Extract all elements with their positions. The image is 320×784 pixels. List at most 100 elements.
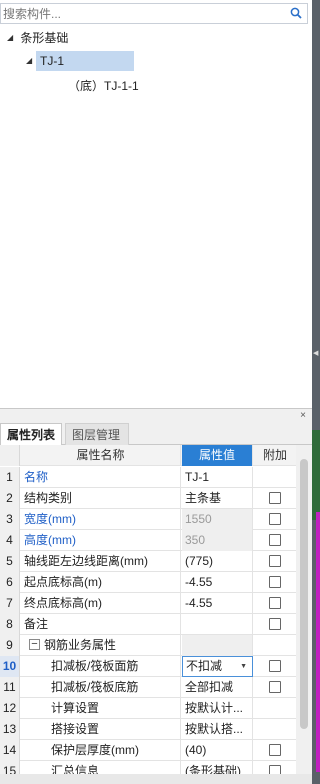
table-row[interactable]: 9− 钢筋业务属性 [0,635,296,656]
minus-box-icon[interactable]: − [29,639,40,651]
property-name: 计算设置 [21,698,181,719]
property-name-text: 宽度(mm) [24,512,76,526]
extra-checkbox[interactable] [269,533,281,546]
table-row[interactable]: 5 轴线距左边线距离(mm) (775) [0,551,296,572]
scrollbar-thumb[interactable] [300,459,308,729]
property-name: 扣减板/筏板面筋 [21,656,181,677]
property-value[interactable] [182,614,253,635]
row-number: 11 [0,677,20,698]
tree-node-label: 条形基础 [20,31,69,45]
property-name: 结构类别 [21,488,181,509]
tree-node-tj1[interactable]: ◢ TJ-1 [26,51,134,71]
row-number: 1 [0,467,20,488]
property-value[interactable]: 主条基 [182,488,253,509]
extra-checkbox[interactable] [269,575,281,588]
table-row[interactable]: 2 结构类别 主条基 [0,488,296,509]
tree-node-label-selected: TJ-1 [36,51,134,71]
header-corner [0,445,20,466]
row-number: 2 [0,488,20,509]
extra-cell [254,740,296,761]
property-name: 名称 [21,467,181,488]
row-number: 9 [0,635,20,656]
vertical-scrollbar[interactable] [296,445,312,784]
property-name-text: 轴线距左边线距离(mm) [24,554,148,568]
extra-cell [254,635,296,656]
extra-checkbox[interactable] [269,596,281,609]
property-name-text: 扣减板/筏板底筋 [51,680,139,694]
extra-cell [254,488,296,509]
table-row[interactable]: 4 高度(mm) 350 [0,530,296,551]
triangle-expanded-icon[interactable]: ◢ [26,51,36,71]
table-row[interactable]: 8 备注 [0,614,296,635]
property-name: 搭接设置 [21,719,181,740]
select-value: 不扣减 [186,659,223,673]
search-icon[interactable] [290,7,302,19]
header-value: 属性值 [182,445,253,466]
extra-checkbox[interactable] [269,512,281,525]
property-value[interactable]: 按默认计... [182,698,253,719]
extra-checkbox[interactable] [269,554,281,567]
property-name-text: 终点底标高(m) [24,596,102,610]
row-number: 7 [0,593,20,614]
extra-cell [254,677,296,698]
property-value[interactable]: -4.55 [182,593,253,614]
property-value[interactable]: (775) [182,551,253,572]
table-row[interactable]: 3 宽度(mm) 1550 [0,509,296,530]
property-value[interactable]: TJ-1 [182,467,253,488]
chevron-down-icon[interactable]: ▼ [240,657,247,676]
property-name: 终点底标高(m) [21,593,181,614]
extra-checkbox[interactable] [269,659,281,672]
close-icon[interactable]: × [300,410,306,421]
grid-header-row: 属性名称 属性值 附加 [0,445,296,466]
property-name-text: 名称 [24,470,49,484]
tree-node-strip-foundation[interactable]: ◢ 条形基础 [7,28,68,48]
table-row[interactable]: 6 起点底标高(m) -4.55 [0,572,296,593]
extra-checkbox[interactable] [269,491,281,504]
property-name-text: 结构类别 [24,491,73,505]
extra-cell [254,530,296,551]
extra-cell [254,698,296,719]
search-input[interactable] [1,4,281,23]
table-row[interactable]: 12 计算设置 按默认计... [0,698,296,719]
tab-layer-management[interactable]: 图层管理 [65,423,129,445]
component-tree-panel: ◢ 条形基础 ◢TJ-1 （底）TJ-1-1 [0,0,312,408]
table-row[interactable]: 13 搭接设置 按默认搭... [0,719,296,740]
extra-cell [254,719,296,740]
extra-cell [254,614,296,635]
extra-cell [254,509,296,530]
extra-cell [254,593,296,614]
tree-node-tj1-1[interactable]: （底）TJ-1-1 [68,76,139,96]
extra-checkbox[interactable] [269,743,281,756]
property-name: 起点底标高(m) [21,572,181,593]
extra-checkbox[interactable] [269,617,281,630]
extra-checkbox[interactable] [269,680,281,693]
property-name: 宽度(mm) [21,509,181,530]
table-row[interactable]: 1 名称 TJ-1 [0,467,296,488]
panel-tabs: 属性列表 图层管理 [0,423,312,445]
extra-cell [254,572,296,593]
row-number: 14 [0,740,20,761]
extra-cell [254,656,296,677]
property-value [182,635,253,656]
row-number: 13 [0,719,20,740]
search-bar [0,3,308,24]
property-value[interactable]: -4.55 [182,572,253,593]
row-number: 8 [0,614,20,635]
header-extra: 附加 [262,448,287,462]
property-value-select[interactable]: 不扣减 ▼ [182,656,253,677]
triangle-expanded-icon[interactable]: ◢ [7,28,17,48]
tab-property-list[interactable]: 属性列表 [0,423,62,445]
property-name: 扣减板/筏板底筋 [21,677,181,698]
property-value[interactable]: 全部扣减 [182,677,253,698]
extra-cell [254,467,296,488]
table-row[interactable]: 14 保护层厚度(mm) (40) [0,740,296,761]
property-value[interactable]: (40) [182,740,253,761]
property-value[interactable]: 按默认搭... [182,719,253,740]
horizontal-scrollbar[interactable] [0,774,312,784]
row-number: 10 [0,656,20,677]
table-row[interactable]: 11 扣减板/筏板底筋 全部扣减 [0,677,296,698]
property-name-text: 钢筋业务属性 [44,638,117,652]
table-row[interactable]: 7 终点底标高(m) -4.55 [0,593,296,614]
splitter-grip-icon[interactable]: ◀ [313,350,319,358]
table-row[interactable]: 10 扣减板/筏板面筋 不扣减 ▼ [0,656,296,677]
